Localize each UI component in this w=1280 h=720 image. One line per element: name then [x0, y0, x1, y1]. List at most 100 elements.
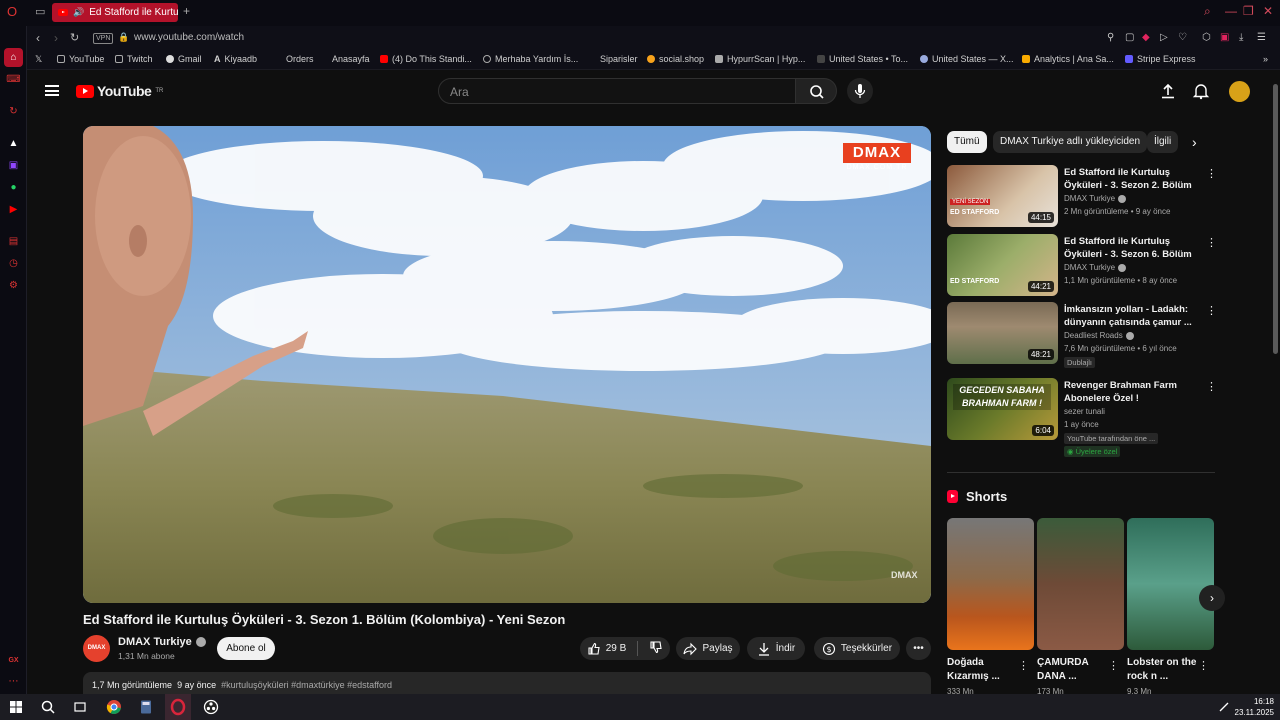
short-title[interactable]: ÇAMURDA DANA ... — [1037, 656, 1107, 684]
chrome-icon[interactable] — [106, 699, 122, 715]
tab-manager-icon[interactable]: ▭ — [35, 5, 45, 18]
channel-name[interactable]: sezer tunali — [1064, 407, 1105, 416]
channel-name[interactable]: DMAX Turkiye — [1064, 194, 1127, 203]
heart-icon[interactable]: ♡ — [1178, 32, 1187, 43]
video-thumbnail[interactable]: YENİ SEZON ED STAFFORD 44:15 — [947, 165, 1058, 227]
minimize-icon[interactable]: — — [1225, 4, 1237, 18]
download-button[interactable]: İndir — [747, 637, 805, 660]
kebab-menu-icon[interactable]: ⋮ — [1206, 304, 1217, 317]
channel-name[interactable]: DMAX Turkiye — [118, 636, 206, 648]
bookmark-kiyaadb[interactable]: A Kiyaadb — [214, 54, 257, 64]
bookmark-youtube[interactable]: YouTube — [57, 54, 104, 64]
recommendation-item[interactable]: 48:21 İmkansızın yolları - Ladakh: dünya… — [947, 302, 1217, 368]
gx-corner-label[interactable]: GX — [6, 653, 21, 668]
lock-icon[interactable]: 🔒 — [118, 32, 129, 43]
short-thumbnail[interactable] — [1127, 518, 1214, 650]
twitch-icon[interactable]: ▣ — [6, 158, 21, 173]
kebab-menu-icon[interactable]: ⋮ — [1198, 659, 1209, 672]
short-thumbnail[interactable] — [1037, 518, 1124, 650]
subscribe-button[interactable]: Abone ol — [217, 637, 275, 660]
like-button[interactable]: 29 B — [587, 642, 626, 656]
thanks-button[interactable]: $ Teşekkürler — [814, 637, 900, 660]
search-button[interactable] — [795, 78, 837, 104]
video-thumbnail[interactable]: ED STAFFORD 44:21 — [947, 234, 1058, 296]
shorts-next-chevron-icon[interactable]: › — [1199, 585, 1225, 611]
opera-gx-taskbar-active[interactable] — [165, 694, 191, 720]
obs-icon[interactable] — [203, 699, 219, 715]
menu-icon[interactable]: ☰ — [1257, 32, 1266, 43]
description-box[interactable]: 1,7 Mn görüntüleme 9 ay önce #kurtuluşöy… — [83, 672, 931, 694]
x-twitter-icon[interactable]: 𝕏 — [35, 54, 42, 65]
bookmark-hypurrscan[interactable]: HypurrScan | Hyp... — [715, 54, 805, 64]
account-avatar[interactable] — [1229, 81, 1250, 102]
snapshot-icon[interactable]: ▢ — [1125, 32, 1134, 43]
vpn-badge[interactable]: VPN — [93, 33, 114, 44]
channel-avatar[interactable]: DMAX — [83, 635, 110, 662]
video-thumbnail[interactable]: GECEDEN SABAHA BRAHMAN FARM ! 6:04 — [947, 378, 1058, 440]
bookmark-stripe-express[interactable]: Stripe Express — [1125, 54, 1196, 64]
short-title[interactable]: Doğada Kızarmış ... — [947, 656, 1017, 684]
bookmark-united-states-x[interactable]: United States — X... — [920, 54, 1014, 64]
search-input[interactable]: Ara — [438, 78, 796, 104]
close-window-icon[interactable]: ✕ — [1263, 4, 1273, 18]
download-icon[interactable]: ⤓ — [1239, 32, 1243, 43]
bookmark-do-this[interactable]: (4) Do This Standi... — [380, 54, 472, 64]
voice-search-button[interactable] — [847, 78, 873, 104]
share-button[interactable]: Paylaş — [676, 637, 740, 660]
more-actions-button[interactable]: ••• — [906, 637, 931, 660]
chip-all[interactable]: Tümü — [947, 131, 987, 153]
dislike-button[interactable] — [649, 640, 663, 657]
bookmark-anasayfa[interactable]: Anasayfa — [320, 54, 370, 64]
scrollbar-thumb[interactable] — [1273, 84, 1278, 354]
chip-from-uploader[interactable]: DMAX Turkiye adlı yükleyiciden — [993, 131, 1148, 153]
history-icon[interactable]: ◷ — [6, 256, 21, 271]
gx-control-icon[interactable]: ⌨ — [6, 72, 21, 87]
bookmarks-overflow-icon[interactable]: » — [1263, 54, 1268, 64]
search-tabs-icon[interactable]: ⌕ — [1204, 4, 1211, 19]
kebab-menu-icon[interactable]: ⋮ — [1206, 236, 1217, 249]
kebab-menu-icon[interactable]: ⋮ — [1206, 380, 1217, 393]
bookmark-united-states-to[interactable]: United States • To... — [817, 54, 908, 64]
recommendation-item[interactable]: GECEDEN SABAHA BRAHMAN FARM ! 6:04 Reven… — [947, 378, 1217, 457]
kebab-menu-icon[interactable]: ⋮ — [1108, 659, 1119, 672]
kebab-menu-icon[interactable]: ⋮ — [1018, 659, 1029, 672]
system-clock[interactable]: 16:18 23.11.2025 — [1235, 696, 1274, 718]
recommendation-item[interactable]: YENİ SEZON ED STAFFORD 44:15 Ed Stafford… — [947, 165, 1217, 229]
channel-name[interactable]: Deadliest Roads — [1064, 331, 1134, 340]
video-title[interactable]: Ed Stafford ile Kurtuluş Öyküleri - 3. S… — [1064, 235, 1197, 261]
bookmark-social-shop[interactable]: social.shop — [647, 54, 704, 64]
windows-start-icon[interactable] — [8, 699, 24, 715]
recommendation-item[interactable]: ED STAFFORD 44:21 Ed Stafford ile Kurtul… — [947, 234, 1217, 298]
bookmark-orders[interactable]: Orders — [274, 54, 314, 64]
bookmark-siparisler[interactable]: Siparisler — [588, 54, 638, 64]
bookmark-merhaba[interactable]: Merhaba Yardım İs... — [483, 54, 578, 64]
video-title[interactable]: Revenger Brahman Farm Abonelere Özel ! — [1064, 379, 1197, 405]
video-title[interactable]: İmkansızın yolları - Ladakh: dünyanın ça… — [1064, 303, 1197, 329]
channel-name[interactable]: DMAX Turkiye — [1064, 263, 1127, 272]
back-icon[interactable]: ‹ — [36, 31, 40, 45]
settings-gear-icon[interactable]: ⚙ — [6, 278, 21, 293]
chips-next-chevron-icon[interactable]: › — [1192, 134, 1197, 150]
pin-icon[interactable]: ⚲ — [1107, 32, 1114, 43]
pocket-icon[interactable]: ◆ — [1142, 32, 1150, 43]
upload-icon[interactable] — [1159, 82, 1177, 100]
kebab-menu-icon[interactable]: ⋮ — [1206, 167, 1217, 180]
short-thumbnail[interactable] — [947, 518, 1034, 650]
home-icon[interactable]: ⌂ — [4, 48, 23, 67]
bookmark-twitch[interactable]: Twitch — [115, 54, 153, 64]
notifications-bell-icon[interactable] — [1192, 82, 1210, 100]
video-title[interactable]: Ed Stafford ile Kurtuluş Öyküleri - 3. S… — [1064, 166, 1197, 192]
new-tab-icon[interactable]: + — [183, 4, 190, 18]
hamburger-menu-icon[interactable] — [45, 85, 59, 96]
url-field[interactable]: www.youtube.com/watch — [134, 32, 244, 43]
chip-related[interactable]: İlgili — [1147, 131, 1179, 153]
search-icon[interactable] — [40, 699, 56, 715]
page-scrollbar[interactable] — [1271, 70, 1280, 694]
pen-tray-icon[interactable] — [1216, 699, 1232, 715]
video-thumbnail[interactable]: 48:21 — [947, 302, 1058, 364]
wallet-icon[interactable]: ▣ — [1220, 32, 1229, 43]
youtube-sidebar-icon[interactable]: ▶ — [6, 202, 21, 217]
maximize-icon[interactable]: ❐ — [1243, 4, 1254, 18]
bookmark-gmail[interactable]: Gmail — [166, 54, 202, 64]
extensions-icon[interactable]: ⬡ — [1202, 32, 1211, 43]
